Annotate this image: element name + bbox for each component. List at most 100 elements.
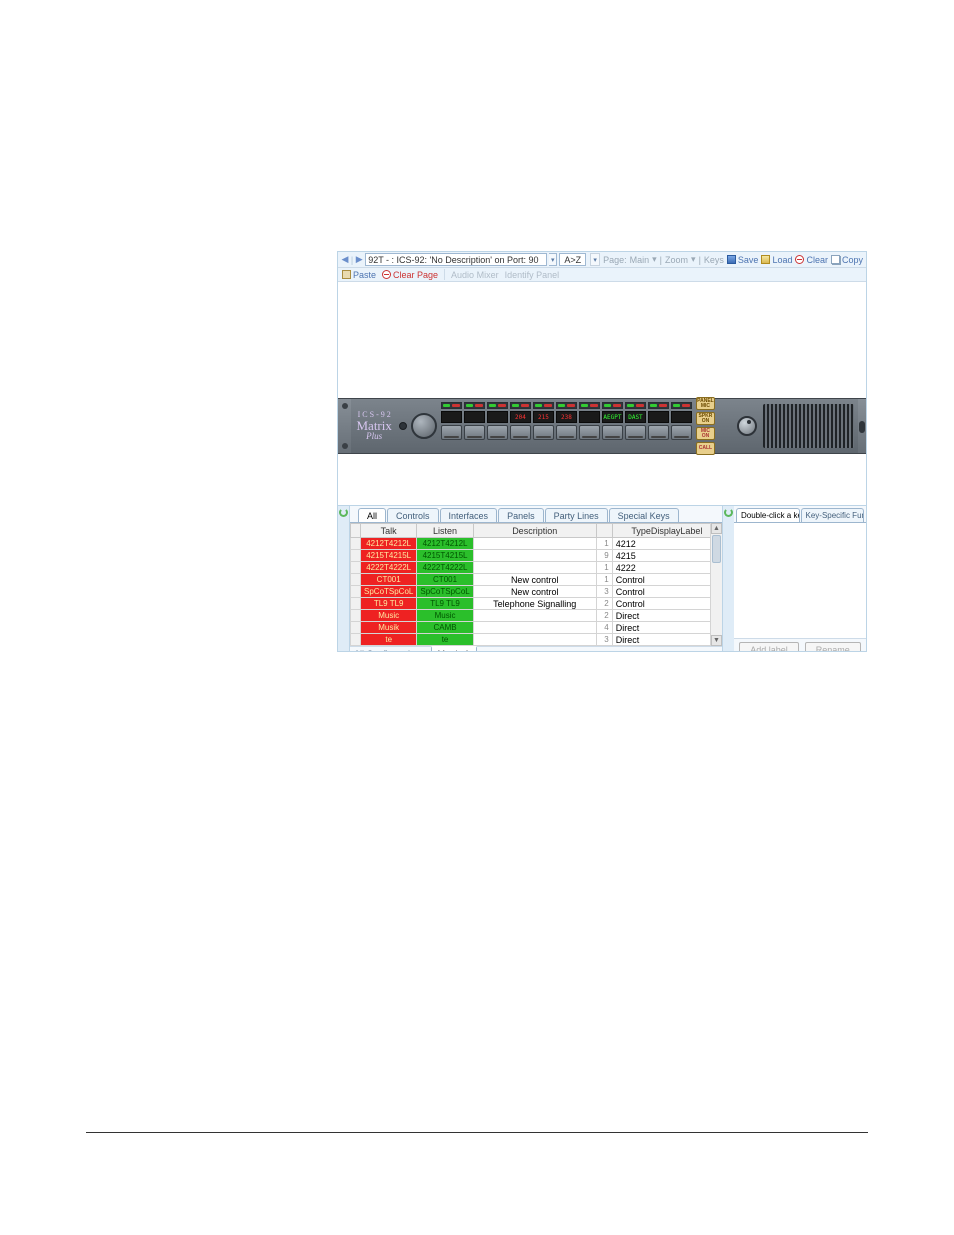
description-cell[interactable]: Telephone Signalling [473, 598, 596, 610]
category-tab[interactable]: Panels [498, 508, 544, 522]
jog-wheel[interactable] [736, 399, 759, 453]
listen-cell[interactable]: Music [417, 610, 473, 622]
type-cell[interactable]: Direct [612, 634, 721, 646]
type-cell[interactable]: Direct [612, 610, 721, 622]
column-header[interactable]: TypeDisplayLabel [612, 524, 721, 538]
lever-key[interactable] [441, 425, 462, 440]
refresh-icon[interactable] [339, 508, 348, 517]
talk-cell[interactable]: te [361, 634, 417, 646]
chevron-down-icon[interactable]: ▾ [652, 254, 657, 265]
talk-cell[interactable]: 4222T4222L [361, 562, 417, 574]
table-row[interactable]: SpCoTSpCoLSpCoTSpCoLNew control3Control [351, 586, 722, 598]
keys-label[interactable]: Keys [704, 255, 724, 265]
volume-knob[interactable] [411, 413, 437, 439]
description-cell[interactable]: New control [473, 586, 596, 598]
nav-fwd-icon[interactable]: ▶ [355, 254, 363, 266]
talk-cell[interactable]: TL9 TL9 [361, 598, 417, 610]
function-button[interactable]: SPKR ON [696, 412, 715, 425]
category-tab[interactable]: All [358, 508, 386, 522]
inspector-tab-functions[interactable]: Key-Specific Functions [801, 508, 865, 522]
type-cell[interactable]: 4215 [612, 550, 721, 562]
refresh-icon[interactable] [724, 508, 733, 517]
type-cell[interactable]: Control [612, 574, 721, 586]
lever-key[interactable] [533, 425, 554, 440]
talk-cell[interactable]: Music [361, 610, 417, 622]
description-cell[interactable] [473, 562, 596, 574]
category-tab[interactable]: Controls [387, 508, 439, 522]
table-row[interactable]: MusicMusic2Direct [351, 610, 722, 622]
listen-cell[interactable]: CT001 [417, 574, 473, 586]
category-tab[interactable]: Special Keys [609, 508, 679, 522]
lever-key[interactable] [487, 425, 508, 440]
listen-cell[interactable]: 4215T4215L [417, 550, 473, 562]
table-row[interactable]: TL9 TL9TL9 TL9Telephone Signalling2Contr… [351, 598, 722, 610]
sort-button[interactable]: A>Z [559, 253, 586, 266]
category-tab[interactable]: Party Lines [545, 508, 608, 522]
lever-key[interactable] [464, 425, 485, 440]
scroll-thumb[interactable] [712, 535, 721, 563]
audio-mixer-button[interactable]: Audio Mixer [451, 270, 499, 280]
scroll-down-icon[interactable]: ▼ [711, 635, 722, 646]
category-tab[interactable]: Interfaces [440, 508, 498, 522]
table-row[interactable]: tete3Direct [351, 634, 722, 646]
left-collapse-handle[interactable] [338, 506, 349, 652]
right-collapse-handle[interactable] [723, 506, 734, 652]
description-cell[interactable] [473, 634, 596, 646]
copy-button[interactable]: Copy [831, 255, 863, 265]
address-dropdown-icon[interactable]: ▾ [549, 253, 557, 266]
column-header[interactable]: Description [473, 524, 596, 538]
lever-key[interactable] [510, 425, 531, 440]
load-button[interactable]: Load [761, 255, 792, 265]
talk-cell[interactable]: Musik [361, 622, 417, 634]
listen-cell[interactable]: te [417, 634, 473, 646]
description-cell[interactable] [473, 550, 596, 562]
column-header[interactable]: Listen [417, 524, 473, 538]
lever-key[interactable] [625, 425, 646, 440]
type-cell[interactable]: Direct [612, 622, 721, 634]
all-configurations-link[interactable]: All Configurations [354, 649, 425, 652]
type-cell[interactable]: Control [612, 598, 721, 610]
type-cell[interactable]: Control [612, 586, 721, 598]
function-button[interactable]: MIC ON [696, 427, 715, 440]
identify-panel-button[interactable]: Identify Panel [505, 270, 560, 280]
lever-key[interactable] [671, 425, 692, 440]
function-button[interactable]: CALL [696, 442, 715, 455]
listen-cell[interactable]: SpCoTSpCoL [417, 586, 473, 598]
scroll-up-icon[interactable]: ▲ [711, 523, 722, 534]
table-row[interactable]: 4212T4212L4212T4212L14212 [351, 538, 722, 550]
lever-key[interactable] [602, 425, 623, 440]
talk-cell[interactable]: CT001 [361, 574, 417, 586]
listen-cell[interactable]: CAMB [417, 622, 473, 634]
function-button[interactable]: PANEL MIC [696, 397, 715, 410]
type-cell[interactable]: 4222 [612, 562, 721, 574]
add-label-button[interactable]: Add label [739, 642, 799, 652]
table-row[interactable]: CT001CT001New control1Control [351, 574, 722, 586]
lever-key[interactable] [579, 425, 600, 440]
vertical-scrollbar[interactable]: ▲ ▼ [710, 523, 722, 646]
column-header[interactable] [596, 524, 612, 538]
save-button[interactable]: Save [727, 255, 759, 265]
lever-key[interactable] [648, 425, 669, 440]
clear-button[interactable]: Clear [795, 255, 828, 265]
talk-cell[interactable]: 4215T4215L [361, 550, 417, 562]
description-cell[interactable] [473, 538, 596, 550]
talk-cell[interactable]: SpCoTSpCoL [361, 586, 417, 598]
table-row[interactable]: 4222T4222L4222T4222L14222 [351, 562, 722, 574]
config-tab-matrix1[interactable]: Matrix 1 [431, 646, 477, 652]
dropdown-icon[interactable]: ▾ [590, 253, 600, 266]
type-cell[interactable]: 4212 [612, 538, 721, 550]
nav-back-icon[interactable]: ◀ [341, 254, 349, 266]
address-input[interactable] [365, 253, 547, 266]
rename-button[interactable]: Rename [805, 642, 861, 652]
lever-key[interactable] [556, 425, 577, 440]
listen-cell[interactable]: TL9 TL9 [417, 598, 473, 610]
table-row[interactable]: 4215T4215L4215T4215L94215 [351, 550, 722, 562]
listen-cell[interactable]: 4222T4222L [417, 562, 473, 574]
page-value[interactable]: Main [630, 255, 650, 265]
description-cell[interactable] [473, 610, 596, 622]
column-header[interactable]: Talk [361, 524, 417, 538]
chevron-down-icon[interactable]: ▾ [691, 254, 696, 265]
zoom-label[interactable]: Zoom [665, 255, 688, 265]
paste-button[interactable]: Paste [342, 270, 376, 280]
inspector-tab-doubleclick[interactable]: Double-click a key... [736, 508, 800, 522]
